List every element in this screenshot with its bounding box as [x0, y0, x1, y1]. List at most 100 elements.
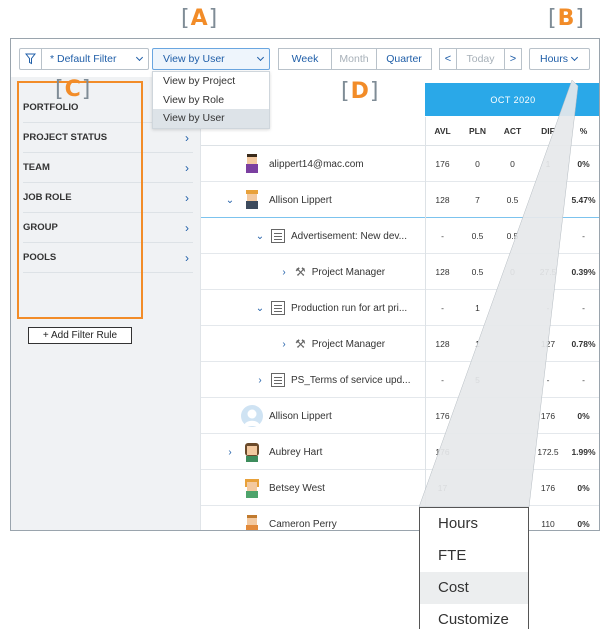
units-menu: Hours FTE Cost Customize	[419, 507, 529, 629]
column-header-avl[interactable]: AVL	[425, 117, 460, 145]
avatar-icon	[241, 153, 263, 175]
cell-dif: -	[546, 303, 550, 313]
cell-avl: -	[441, 375, 444, 385]
cell-percent: -	[582, 375, 585, 385]
table-row[interactable]: › ⚒ Project Manager 128 0.5 0 27.5 0.39%	[201, 254, 599, 290]
cell-dif: 176	[540, 411, 556, 421]
previous-period-button[interactable]: <	[439, 48, 457, 70]
hammer-icon: ⚒	[295, 265, 306, 279]
row-name: Project Manager	[311, 338, 386, 350]
column-header-pln[interactable]: PLN	[460, 117, 495, 145]
chevron-right-icon[interactable]: ›	[279, 267, 289, 278]
menu-item-customize[interactable]: Customize	[420, 604, 528, 629]
cell-pln: 5	[475, 375, 480, 385]
chevron-left-icon: <	[444, 53, 452, 65]
menu-item-fte[interactable]: FTE	[420, 540, 528, 572]
cell-avl: 128	[435, 195, 450, 205]
cell-dif: 1	[545, 159, 551, 169]
cell-avl: 176	[435, 159, 450, 169]
cell-act: 0.5	[506, 231, 519, 241]
table-row[interactable]: Betsey West 17 176 0%	[201, 470, 599, 506]
units-label: Hours	[540, 53, 569, 65]
chevron-down-icon[interactable]: ⌄	[225, 195, 235, 206]
chevron-down-icon[interactable]: ⌄	[255, 303, 265, 314]
table-row[interactable]: › Aubrey Hart 176 172.5 1.99%	[201, 434, 599, 470]
column-header-dif[interactable]: DIF	[530, 117, 566, 145]
units-select[interactable]: Hours	[529, 48, 590, 70]
quarter-button[interactable]: Quarter	[376, 48, 432, 70]
table-row[interactable]: ⌄ Production run for art pri... - 1 - -	[201, 290, 599, 326]
cell-dif: -	[546, 375, 550, 385]
add-filter-rule-button[interactable]: + Add Filter Rule	[28, 327, 132, 344]
table-row[interactable]: Cameron Perry 110 0%	[201, 506, 599, 530]
table-row[interactable]: › ⚒ Project Manager 128 1 127 0.78%	[201, 326, 599, 362]
cell-percent: 0%	[577, 483, 590, 493]
column-header-act[interactable]: ACT	[495, 117, 530, 145]
chevron-down-icon[interactable]: ⌄	[255, 231, 265, 242]
cell-percent: 0%	[577, 411, 590, 421]
cell-percent: 5.47%	[571, 195, 596, 205]
cell-pln: 7	[475, 195, 480, 205]
chevron-down-icon	[570, 53, 579, 62]
cell-act	[495, 290, 530, 326]
hammer-icon: ⚒	[295, 337, 306, 351]
menu-item-view-by-user[interactable]: View by User	[153, 109, 269, 128]
today-button[interactable]: Today	[456, 48, 505, 70]
menu-item-cost[interactable]: Cost	[420, 572, 528, 604]
cell-act	[495, 434, 530, 470]
table-row[interactable]: › PS_Terms of service upd... - 5 - -	[201, 362, 599, 398]
cell-dif	[530, 182, 566, 218]
cell-pln: 1	[475, 339, 480, 349]
view-by-menu: View by Project View by Role View by Use…	[152, 71, 270, 129]
avatar-icon	[241, 189, 263, 211]
row-name: Cameron Perry	[269, 518, 337, 530]
cell-dif: 172.5	[537, 447, 559, 457]
table-row[interactable]: ⌄ Advertisement: New dev... - 0.5 0.5 -	[201, 218, 599, 254]
cell-avl: -	[441, 231, 444, 241]
view-by-select[interactable]: View by User	[152, 48, 270, 70]
callout-c: [C]	[55, 77, 92, 102]
cell-percent: 0.39%	[571, 267, 596, 277]
month-button[interactable]: Month	[331, 48, 377, 70]
cell-dif: 110	[541, 519, 555, 529]
row-name: alippert14@mac.com	[269, 158, 364, 170]
column-header-percent[interactable]: %	[566, 117, 599, 145]
cell-dif: 176	[540, 483, 556, 493]
callout-d: [D]	[341, 79, 380, 104]
cell-act	[495, 398, 530, 434]
menu-item-view-by-role[interactable]: View by Role	[153, 91, 269, 110]
cell-pln: 0	[475, 159, 480, 169]
table-row[interactable]: alippert14@mac.com 176 0 0 1 0%	[201, 146, 599, 182]
resource-grid: [D] OCT 2020 AVL PLN ACT DIF % alippert1…	[201, 77, 599, 530]
filter-label: * Default Filter	[50, 53, 117, 65]
row-name: PS_Terms of service upd...	[291, 374, 411, 386]
cell-act	[495, 470, 530, 506]
chevron-right-icon[interactable]: ›	[255, 375, 265, 386]
table-row[interactable]: Allison Lippert 176 176 0%	[201, 398, 599, 434]
menu-item-hours[interactable]: Hours	[420, 508, 528, 540]
month-header: OCT 2020	[425, 83, 599, 116]
cell-percent: 0%	[577, 159, 590, 169]
table-row[interactable]: ⌄ Allison Lippert 128 7 0.5 5.47%	[201, 182, 599, 218]
cell-act	[495, 362, 530, 398]
avatar-icon	[241, 441, 263, 463]
cell-avl: 176	[435, 411, 450, 421]
next-period-button[interactable]: >	[504, 48, 522, 70]
filter-dropdown[interactable]: * Default Filter	[19, 48, 149, 70]
menu-item-view-by-project[interactable]: View by Project	[153, 72, 269, 91]
cell-avl: 176	[435, 447, 450, 457]
cell-dif	[530, 218, 566, 254]
chevron-right-icon[interactable]: ›	[279, 339, 289, 350]
project-icon	[271, 373, 285, 387]
chevron-right-icon: ›	[185, 160, 189, 175]
chevron-right-icon[interactable]: ›	[225, 447, 235, 458]
avatar-icon	[241, 477, 263, 499]
cell-avl: -	[441, 303, 444, 313]
cell-pln: 0.5	[471, 267, 484, 277]
week-button[interactable]: Week	[278, 48, 332, 70]
chevron-right-icon: ›	[185, 190, 189, 205]
row-name: Betsey West	[269, 482, 325, 494]
chevron-right-icon: ›	[185, 130, 189, 145]
cell-dif: 27.5	[539, 267, 557, 277]
cell-pln: 0.5	[471, 231, 484, 241]
